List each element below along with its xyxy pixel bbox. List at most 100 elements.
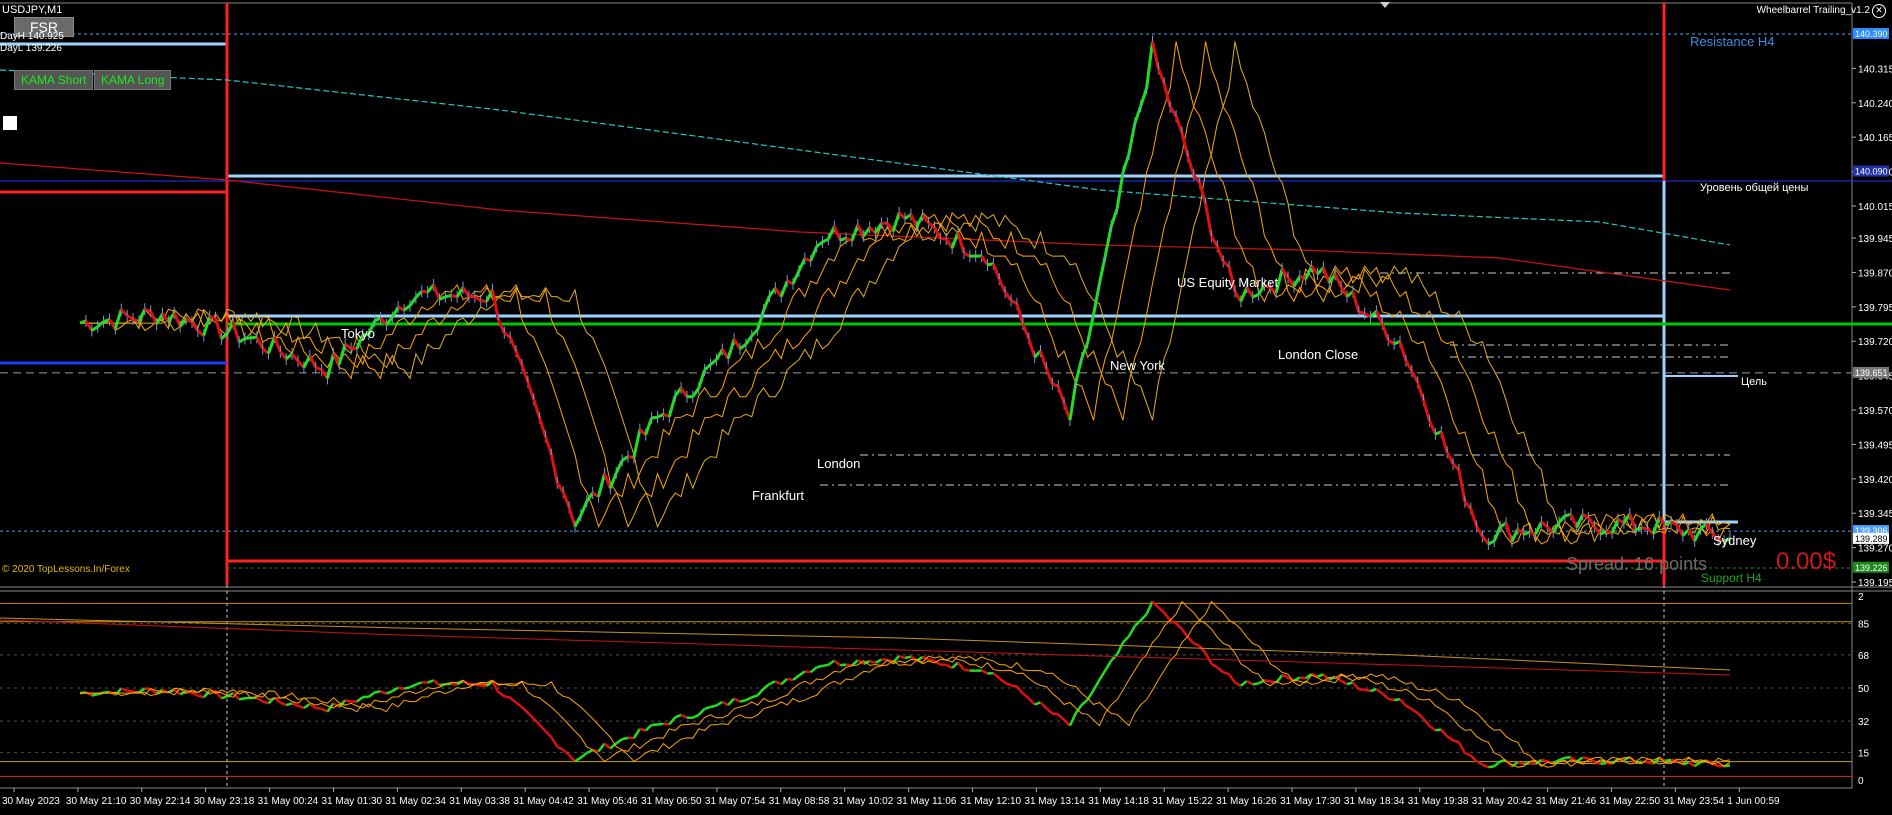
expert-advisor-name: Wheelbarrel Trailing_v1.2 <box>1756 5 1870 16</box>
price-tick-label: 140.015 <box>1858 202 1892 213</box>
osc-segment <box>285 702 293 707</box>
toggle-checkbox[interactable] <box>3 116 17 130</box>
price-tick-label: 139.945 <box>1858 234 1892 245</box>
osc-segment <box>1010 684 1018 688</box>
oscillator-axis: 2 85 68 50 32 15 0 <box>1858 592 1870 787</box>
osc-segment <box>1635 760 1642 764</box>
time-tick-label: 31 May 00:24 <box>258 796 319 807</box>
osc-segment <box>639 727 647 732</box>
time-tick-label: 31 May 08:58 <box>769 796 830 807</box>
osc-tick-label: 50 <box>1858 684 1870 695</box>
osc-segment <box>786 677 794 682</box>
osc-segment <box>704 705 711 710</box>
price-tick-label: 139.345 <box>1858 509 1892 520</box>
osc-segment <box>657 722 664 726</box>
day-high-label: DayH 140.925 <box>0 31 64 42</box>
support-h4-label: Support H4 <box>1701 571 1762 585</box>
price-segment <box>1641 526 1648 531</box>
osc-segment <box>197 694 205 699</box>
osc-segment <box>816 664 823 669</box>
avg-price-label: Уровень общей цены <box>1700 182 1809 194</box>
price-segment <box>144 307 152 313</box>
time-tick-label: 31 May 10:02 <box>833 796 894 807</box>
time-tick-label: 31 May 18:34 <box>1344 796 1405 807</box>
symbol-label: USDJPY,M1 <box>2 4 63 16</box>
time-tick-label: 31 May 12:10 <box>961 796 1022 807</box>
osc-segment <box>1052 712 1059 716</box>
price-tick-label: 139.870 <box>1858 268 1892 279</box>
price-tick-label: 140.315 <box>1858 64 1892 75</box>
osc-segment <box>503 695 511 700</box>
time-tick-label: 31 May 19:38 <box>1408 796 1469 807</box>
osc-segment <box>1264 679 1271 683</box>
target-label: Цель <box>1741 376 1768 388</box>
price-tag-label: 140.090 <box>1855 167 1888 177</box>
time-tick-label: 31 May 17:30 <box>1280 796 1341 807</box>
osc-segment <box>1541 758 1548 763</box>
chart-background <box>0 0 1892 815</box>
price-segment <box>421 289 428 294</box>
price-tick-label: 139.495 <box>1858 440 1892 451</box>
time-tick-label: 31 May 07:54 <box>705 796 766 807</box>
time-tick-label: 31 May 01:30 <box>322 796 383 807</box>
shift-marker-icon[interactable] <box>1380 2 1390 8</box>
price-tick-label: 139.195 <box>1858 578 1892 589</box>
price-chart[interactable]: 140.315 140.240 140.165 140.090 140.015 139.9… <box>0 0 1892 815</box>
osc-segment <box>804 670 811 674</box>
time-tick-label: 31 May 14:18 <box>1088 796 1149 807</box>
spread-label: Spread: 16 points <box>1566 554 1708 574</box>
time-tick-label: 31 May 06:50 <box>641 796 702 807</box>
osc-segment <box>963 668 971 672</box>
osc-segment <box>1600 761 1607 766</box>
time-tick-label: 31 May 22:50 <box>1600 796 1661 807</box>
osc-segment <box>869 659 876 664</box>
osc-segment <box>1299 676 1306 680</box>
kama-long-button[interactable]: KAMA Long <box>94 70 172 90</box>
time-tick-label: 31 May 16:26 <box>1216 796 1277 807</box>
osc-segment <box>739 698 747 703</box>
session-london-close: London Close <box>1278 347 1359 362</box>
osc-segment <box>621 736 629 741</box>
osc-segment <box>1364 688 1371 693</box>
time-tick-label: 31 May 15:22 <box>1152 796 1213 807</box>
time-tick-label: 31 May 05:46 <box>577 796 638 807</box>
osc-segment <box>663 722 670 726</box>
session-new-york: New York <box>1110 358 1165 373</box>
kama-short-button[interactable]: KAMA Short <box>14 70 94 90</box>
osc-segment <box>398 686 405 690</box>
osc-segment <box>374 690 381 694</box>
osc-segment <box>1222 671 1230 676</box>
osc-segment <box>822 663 829 668</box>
osc-segment <box>91 693 98 697</box>
osc-segment <box>1529 762 1536 766</box>
session-sydney: Sydney <box>1713 533 1757 548</box>
price-tick-label: 139.420 <box>1858 475 1892 486</box>
osc-segment <box>928 658 935 663</box>
time-tick-label: 31 May 20:42 <box>1472 796 1533 807</box>
session-frankfurt: Frankfurt <box>752 488 805 503</box>
close-icon[interactable]: ✕ <box>1872 4 1886 18</box>
osc-segment <box>126 689 134 693</box>
price-segment <box>209 315 216 320</box>
profit-label: 0.00$ <box>1776 548 1837 575</box>
resistance-h4-label: Resistance H4 <box>1690 34 1775 49</box>
time-tick-label: 30 May 23:18 <box>194 796 255 807</box>
session-tokyo: Tokyo <box>341 326 375 341</box>
osc-segment <box>103 690 110 694</box>
time-tick-label: 31 May 21:46 <box>1536 796 1597 807</box>
time-tick-label: 30 May 22:14 <box>130 796 191 807</box>
time-tick-label: 31 May 23:54 <box>1663 796 1724 807</box>
time-tick-label: 1 Jun 00:59 <box>1727 796 1780 807</box>
price-segment <box>1523 530 1531 536</box>
osc-tick-label: 0 <box>1858 776 1864 787</box>
price-tag-label: 139.289 <box>1855 534 1888 544</box>
osc-segment <box>403 686 411 690</box>
price-segment <box>244 336 252 341</box>
osc-segment <box>315 706 322 711</box>
time-tick-label: 30 May 2023 <box>2 796 60 807</box>
session-us-equity: US Equity Market <box>1177 275 1279 290</box>
osc-segment <box>238 697 246 701</box>
osc-segment <box>1387 697 1395 702</box>
price-tag-label: 140.390 <box>1855 29 1888 39</box>
osc-tick-label: 32 <box>1858 717 1870 728</box>
